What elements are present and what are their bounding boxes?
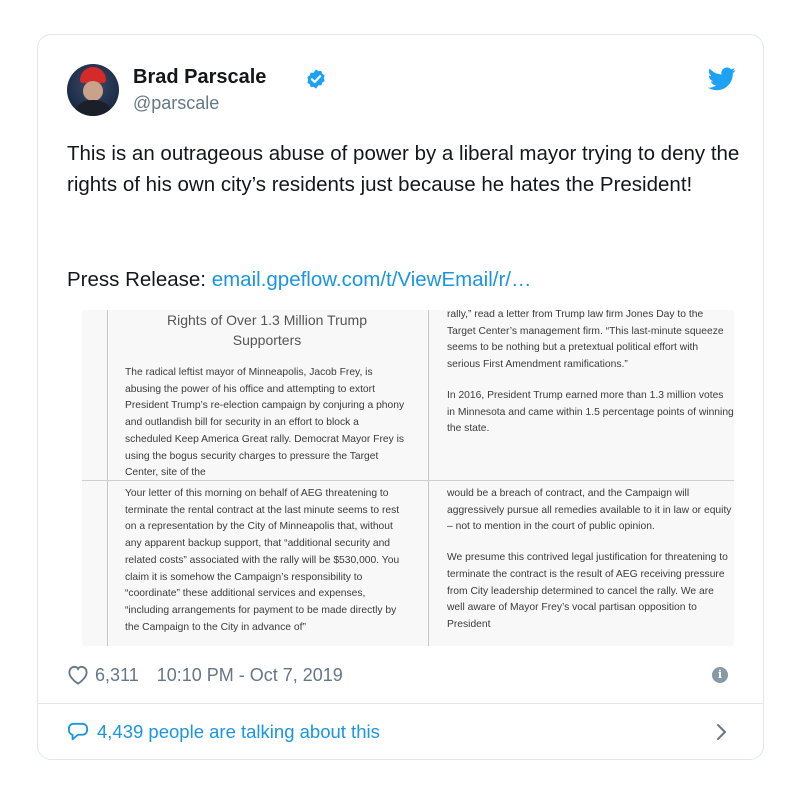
document-para: would be a breach of contract, and the C… (447, 488, 732, 533)
document-text-right-top: rally,” read a letter from Trump law fir… (447, 310, 734, 438)
avatar-body (73, 100, 113, 116)
tweet-meta-row: 6,311 10:10 PM - Oct 7, 2019 (67, 661, 343, 689)
press-release-label: Press Release: (67, 268, 212, 291)
like-count[interactable]: 6,311 (95, 665, 139, 686)
tweet-text: This is an outrageous abuse of power by … (67, 142, 740, 196)
document-text-right-bottom: would be a breach of contract, and the C… (447, 486, 734, 634)
divider (38, 703, 763, 704)
document-para: In 2016, President Trump earned more tha… (447, 389, 734, 435)
document-divider (82, 480, 734, 481)
author-name[interactable]: Brad Parscale (133, 66, 266, 89)
timestamp[interactable]: 10:10 PM - Oct 7, 2019 (157, 665, 343, 686)
verified-badge-icon (307, 69, 325, 89)
talking-count[interactable]: 4,439 people are talking about this (97, 721, 380, 743)
speech-bubble-icon (68, 722, 88, 741)
document-divider (428, 310, 429, 646)
twitter-bird-icon[interactable] (708, 67, 736, 91)
document-para: rally,” read a letter from Trump law fir… (447, 310, 724, 371)
author-handle[interactable]: @parscale (133, 93, 219, 114)
avatar-face (83, 81, 103, 101)
document-text-left-bottom: Your letter of this morning on behalf of… (125, 488, 400, 633)
conversation-row[interactable]: 4,439 people are talking about this (67, 717, 380, 747)
tweet-card: Brad Parscale @parscale This is an outra… (37, 34, 764, 760)
heart-icon[interactable] (67, 665, 89, 685)
press-release-link[interactable]: email.gpeflow.com/t/ViewEmail/r/… (212, 268, 532, 291)
document-para: We presume this contrived legal justific… (447, 552, 728, 630)
document-text-left-top: The radical leftist mayor of Minneapolis… (125, 367, 405, 479)
avatar[interactable] (67, 64, 119, 116)
press-release-image[interactable]: Rights of Over 1.3 Million Trump Support… (82, 310, 734, 646)
chevron-right-icon[interactable] (714, 723, 728, 741)
document-title: Rights of Over 1.3 Million Trump Support… (167, 312, 367, 348)
document-divider (107, 310, 108, 646)
info-icon[interactable]: i (712, 667, 728, 683)
press-release-line: Press Release: email.gpeflow.com/t/ViewE… (67, 264, 531, 295)
